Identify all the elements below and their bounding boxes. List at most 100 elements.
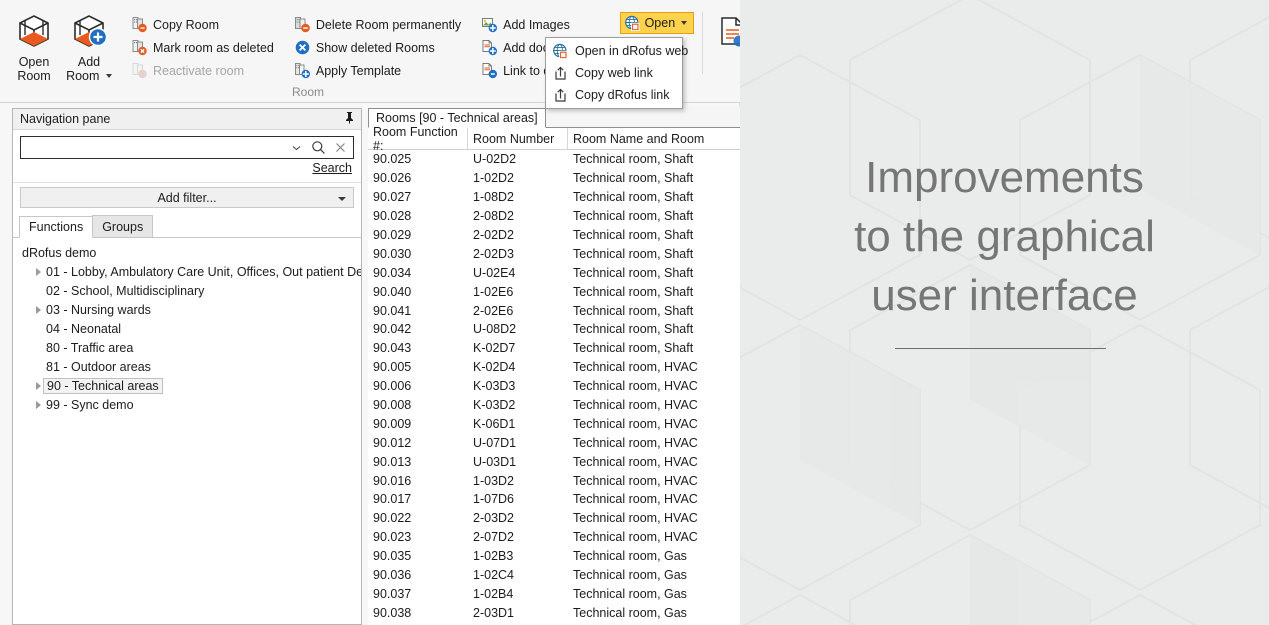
navigation-pane-header: Navigation pane [13,109,361,130]
table-cell: 1-03D2 [468,474,568,488]
table-cell: 90.025 [368,152,468,166]
table-row[interactable]: 90.0282-08D2Technical room, Shaft [368,207,740,226]
application-window: Open Room [0,0,740,625]
tab-functions-label: Functions [29,220,83,234]
add-filter-dropdown[interactable]: Add filter... [20,187,354,208]
tree-node[interactable]: 90 - Technical areas [20,376,361,395]
share-up-icon [552,65,569,82]
table-row[interactable]: 90.0371-02B4Technical room, Gas [368,584,740,603]
add-room-label-2: Room [66,69,112,83]
table-cell: 90.022 [368,511,468,525]
table-row[interactable]: 90.008K-03D2Technical room, HVAC [368,396,740,415]
search-link[interactable]: Search [20,161,354,175]
expand-triangle-icon[interactable] [32,268,44,276]
table-cell: Technical room, HVAC [568,530,740,544]
menu-item-copy-drofus-link[interactable]: Copy dRofus link [546,84,682,106]
search-input[interactable] [25,138,285,157]
add-images-label: Add Images [503,18,570,32]
open-split-button-label: Open [645,16,676,30]
table-row[interactable]: 90.012U-07D1Technical room, HVAC [368,433,740,452]
open-room-button[interactable]: Open Room [8,4,60,83]
open-room-label-2: Room [17,69,50,83]
table-row[interactable]: 90.0401-02E6Technical room, Shaft [368,282,740,301]
table-row[interactable]: 90.0361-02C4Technical room, Gas [368,566,740,585]
add-room-button[interactable]: Add Room [60,4,118,83]
copy-room-button[interactable]: Copy Room [128,14,277,35]
tree-node[interactable]: 03 - Nursing wards [20,300,361,319]
column-header-room-function[interactable]: Room Function #: [368,128,468,149]
menu-item-open-in-drofus-web[interactable]: Open in dRofus web [546,40,682,62]
table-row[interactable]: 90.009K-06D1Technical room, HVAC [368,414,740,433]
table-row[interactable]: 90.0302-02D3Technical room, Shaft [368,244,740,263]
expand-triangle-icon[interactable] [32,401,44,409]
table-row[interactable]: 90.005K-02D4Technical room, HVAC [368,358,740,377]
table-cell: 90.041 [368,304,468,318]
search-icon[interactable] [307,137,329,158]
table-row[interactable]: 90.0351-02B3Technical room, Gas [368,547,740,566]
column-header-room-number[interactable]: Room Number [468,128,568,149]
table-cell: 90.035 [368,549,468,563]
navigation-pane-title: Navigation pane [20,112,110,126]
table-row[interactable]: 90.0261-02D2Technical room, Shaft [368,169,740,188]
tab-groups[interactable]: Groups [92,215,153,237]
expand-triangle-icon[interactable] [32,306,44,314]
table-cell: Technical room, Gas [568,549,740,563]
tree-node[interactable]: 80 - Traffic area [20,338,361,357]
tree-node[interactable]: 04 - Neonatal [20,319,361,338]
table-cell: 1-02E6 [468,285,568,299]
table-cell: Technical room, Shaft [568,285,740,299]
table-cell: Technical room, HVAC [568,455,740,469]
table-cell: Technical room, Gas [568,587,740,601]
chevron-down-icon[interactable] [285,137,307,158]
mark-room-deleted-button[interactable]: Mark room as deleted [128,37,277,58]
tree-node[interactable]: 01 - Lobby, Ambulatory Care Unit, Office… [20,262,361,281]
table-row[interactable]: 90.0412-02E6Technical room, Shaft [368,301,740,320]
copy-room-label: Copy Room [153,18,219,32]
table-row[interactable]: 90.042U-08D2Technical room, Shaft [368,320,740,339]
table-row[interactable]: 90.0292-02D2Technical room, Shaft [368,226,740,245]
table-row[interactable]: 90.0271-08D2Technical room, Shaft [368,188,740,207]
table-cell: 90.037 [368,587,468,601]
column-header-room-name[interactable]: Room Name and Room [568,128,740,149]
table-cell: Technical room, HVAC [568,436,740,450]
add-images-button[interactable]: Add Images [478,14,607,35]
add-room-caret-down-icon[interactable] [106,74,112,78]
tab-functions[interactable]: Functions [19,216,93,238]
reactivate-room-label: Reactivate room [153,64,244,78]
table-row[interactable]: 90.0232-07D2Technical room, HVAC [368,528,740,547]
apply-template-button[interactable]: Apply Template [291,60,464,81]
add-images-icon [481,16,498,33]
table-row[interactable]: 90.043K-02D7Technical room, Shaft [368,339,740,358]
table-row[interactable]: 90.0382-03D1Technical room, Gas [368,603,740,622]
table-row[interactable]: 90.006K-03D3Technical room, HVAC [368,377,740,396]
open-split-button[interactable]: Open [620,12,695,34]
pin-icon[interactable] [344,111,355,127]
tree-node[interactable]: 81 - Outdoor areas [20,357,361,376]
tree-node[interactable]: 02 - School, Multidisciplinary [20,281,361,300]
table-row[interactable]: 90.0171-07D6Technical room, HVAC [368,490,740,509]
caret-down-icon[interactable] [681,21,687,25]
tree-root-label[interactable]: dRofus demo [20,244,361,262]
table-cell: Technical room, HVAC [568,492,740,506]
table-row[interactable]: 90.013U-03D1Technical room, HVAC [368,452,740,471]
table-cell: 90.042 [368,322,468,336]
table-row[interactable]: 90.025U-02D2Technical room, Shaft [368,150,740,169]
show-deleted-rooms-label: Show deleted Rooms [316,41,435,55]
search-box[interactable] [20,136,354,159]
link-to-documents-icon [481,62,498,79]
apply-template-label: Apply Template [316,64,401,78]
menu-item-copy-web-link[interactable]: Copy web link [546,62,682,84]
open-dropdown-menu[interactable]: Open in dRofus web Copy web link [545,37,683,109]
table-row[interactable]: 90.034U-02E4Technical room, Shaft [368,263,740,282]
delete-room-button[interactable]: Delete Room permanently [291,14,464,35]
show-deleted-rooms-button[interactable]: Show deleted Rooms [291,37,464,58]
app-root: Open Room [0,0,1269,625]
table-cell: Technical room, Shaft [568,266,740,280]
tab-groups-label: Groups [102,220,143,234]
table-cell: Technical room, Shaft [568,171,740,185]
close-icon[interactable] [329,137,351,158]
table-cell: U-03D1 [468,455,568,469]
table-row[interactable]: 90.0161-03D2Technical room, HVAC [368,471,740,490]
table-row[interactable]: 90.0222-03D2Technical room, HVAC [368,509,740,528]
tree-node[interactable]: 99 - Sync demo [20,395,361,414]
